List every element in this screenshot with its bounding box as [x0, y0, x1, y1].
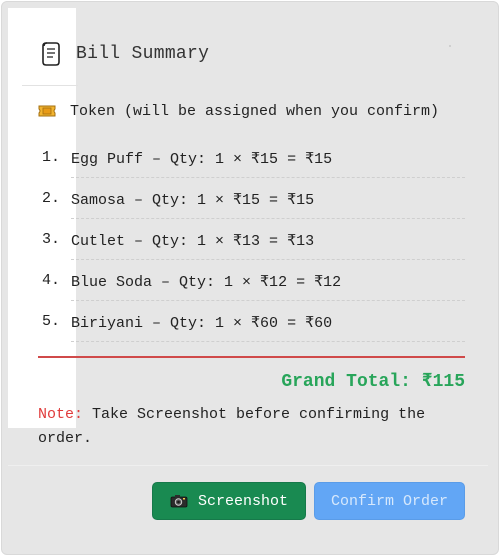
- item-text: Blue Soda – Qty: 1 × ₹12 = ₹12: [71, 274, 342, 291]
- bill-content: Bill Summary Token (will be assigned whe…: [8, 2, 488, 554]
- bill-title: Bill Summary: [76, 44, 210, 64]
- screenshot-button[interactable]: Screenshot: [152, 482, 306, 520]
- list-item: 3. Cutlet – Qty: 1 × ₹13 = ₹13: [38, 219, 465, 260]
- item-separator: [71, 341, 465, 342]
- list-item: 2. Samosa – Qty: 1 × ₹15 = ₹15: [38, 178, 465, 219]
- bill-summary-card: Bill Summary Token (will be assigned whe…: [1, 1, 499, 555]
- list-item: 4. Blue Soda – Qty: 1 × ₹12 = ₹12: [38, 260, 465, 301]
- note-text: Take Screenshot before confirming the or…: [38, 406, 426, 447]
- screenshot-button-label: Screenshot: [197, 492, 288, 510]
- grand-total: Grand Total: ₹115: [281, 372, 465, 392]
- item-text: Biriyani – Qty: 1 × ₹60 = ₹60: [71, 315, 333, 332]
- note: Note: Take Screenshot before confirming …: [38, 403, 465, 451]
- token-text: Token (will be assigned when you confirm…: [70, 102, 440, 120]
- title-row: Bill Summary: [38, 40, 209, 68]
- scroll-icon: [42, 42, 60, 66]
- confirm-order-button[interactable]: Confirm Order: [314, 482, 465, 520]
- title-divider: [22, 85, 78, 86]
- note-label: Note:: [38, 406, 84, 423]
- item-text: Egg Puff – Qty: 1 × ₹15 = ₹15: [71, 151, 333, 168]
- item-number: 3.: [42, 231, 61, 248]
- total-divider: [38, 356, 465, 358]
- ticket-icon: [38, 105, 56, 117]
- token-row: Token (will be assigned when you confirm…: [38, 101, 439, 121]
- list-item: 1. Egg Puff – Qty: 1 × ₹15 = ₹15: [38, 137, 465, 178]
- footer-divider: [8, 465, 488, 466]
- item-number: 1.: [42, 149, 61, 166]
- camera-icon: [170, 495, 188, 508]
- confirm-order-button-label: Confirm Order: [330, 492, 449, 510]
- item-text: Samosa – Qty: 1 × ₹15 = ₹15: [71, 192, 315, 209]
- item-text: Cutlet – Qty: 1 × ₹13 = ₹13: [71, 233, 315, 250]
- list-item: 5. Biriyani – Qty: 1 × ₹60 = ₹60: [38, 301, 465, 342]
- item-number: 2.: [42, 190, 61, 207]
- bill-items-list: 1. Egg Puff – Qty: 1 × ₹15 = ₹15 2. Samo…: [38, 137, 465, 342]
- item-number: 4.: [42, 272, 61, 289]
- item-number: 5.: [42, 313, 61, 330]
